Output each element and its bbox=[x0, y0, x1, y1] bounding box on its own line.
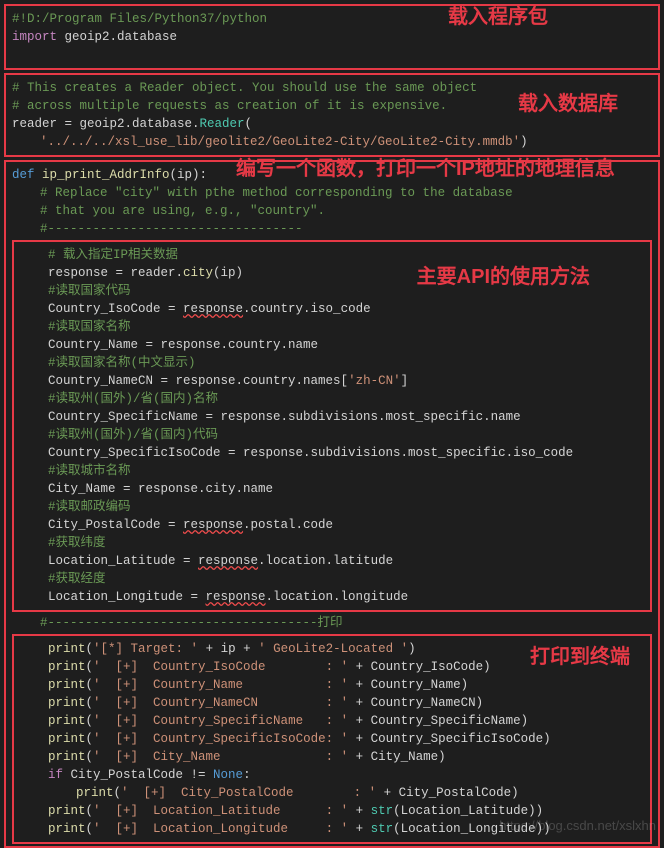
block-print: 打印到终端 print('[*] Target: ' + ip + ' GeoL… bbox=[12, 634, 652, 844]
code-line: Country_NameCN = response.country.names[… bbox=[20, 372, 644, 390]
comment-line: #读取城市名称 bbox=[48, 464, 131, 478]
comment-line: #---------------------------------- bbox=[40, 222, 303, 236]
comment-line: #------------------------------------打印 bbox=[40, 616, 343, 630]
comment-line: #读取州(国外)/省(国内)代码 bbox=[48, 428, 218, 442]
code-line: Country_Name = response.country.name bbox=[20, 336, 644, 354]
shebang-comment: #!D:/Program Files/Python37/python bbox=[12, 12, 267, 26]
comment-line: #读取国家名称 bbox=[48, 320, 131, 334]
comment-line: # across multiple requests as creation o… bbox=[12, 99, 447, 113]
block-function: 编写一个函数，打印一个IP地址的地理信息 def ip_print_AddrIn… bbox=[4, 160, 660, 848]
code-line: reader = geoip2.database.Reader( bbox=[12, 115, 652, 133]
code-line: '../../../xsl_use_lib/geolite2/GeoLite2-… bbox=[12, 133, 652, 151]
comment-line: # 载入指定IP相关数据 bbox=[48, 248, 178, 262]
import-keyword: import bbox=[12, 30, 57, 44]
comment-line: #读取邮政编码 bbox=[48, 500, 131, 514]
comment-line: # Replace "city" with pthe method corres… bbox=[40, 186, 513, 200]
comment-line: #获取经度 bbox=[48, 572, 106, 586]
code-line: print('[*] Target: ' + ip + ' GeoLite2-L… bbox=[20, 640, 644, 658]
comment-line: #获取纬度 bbox=[48, 536, 106, 550]
watermark: https://blog.csdn.net/xslxhn bbox=[499, 817, 656, 835]
block-api: 主要API的使用方法 # 载入指定IP相关数据 response = reade… bbox=[12, 240, 652, 612]
code-line: print(' [+] Country_IsoCode : ' + Countr… bbox=[20, 658, 644, 676]
code-line: City_PostalCode = response.postal.code bbox=[20, 516, 644, 534]
code-line: print(' [+] Country_Name : ' + Country_N… bbox=[20, 676, 644, 694]
module-name: geoip2.database bbox=[57, 30, 177, 44]
code-line: Country_IsoCode = response.country.iso_c… bbox=[20, 300, 644, 318]
comment-line: # that you are using, e.g., "country". bbox=[40, 204, 325, 218]
block-import: 载入程序包 #!D:/Program Files/Python37/python… bbox=[4, 4, 660, 70]
comment-line: #读取州(国外)/省(国内)名称 bbox=[48, 392, 218, 406]
comment-line: # This creates a Reader object. You shou… bbox=[12, 81, 477, 95]
code-line: print(' [+] Country_SpecificName : ' + C… bbox=[20, 712, 644, 730]
code-line: import geoip2.database bbox=[12, 28, 652, 46]
block-reader: 载入数据库 # This creates a Reader object. Yo… bbox=[4, 73, 660, 157]
code-line: #!D:/Program Files/Python37/python bbox=[12, 10, 652, 28]
code-line: print(' [+] City_PostalCode : ' + City_P… bbox=[20, 784, 644, 802]
code-line: Location_Longitude = response.location.l… bbox=[20, 588, 644, 606]
code-line: response = reader.city(ip) bbox=[20, 264, 644, 282]
code-line: Country_SpecificIsoCode = response.subdi… bbox=[20, 444, 644, 462]
code-line: Country_SpecificName = response.subdivis… bbox=[20, 408, 644, 426]
code-line: if City_PostalCode != None: bbox=[20, 766, 644, 784]
comment-line: #读取国家名称(中文显示) bbox=[48, 356, 196, 370]
code-line: print(' [+] City_Name : ' + City_Name) bbox=[20, 748, 644, 766]
code-line: print(' [+] Country_NameCN : ' + Country… bbox=[20, 694, 644, 712]
code-line: print(' [+] Country_SpecificIsoCode: ' +… bbox=[20, 730, 644, 748]
comment-line: #读取国家代码 bbox=[48, 284, 131, 298]
code-line: City_Name = response.city.name bbox=[20, 480, 644, 498]
code-line: Location_Latitude = response.location.la… bbox=[20, 552, 644, 570]
def-line: def ip_print_AddrInfo(ip): bbox=[12, 166, 652, 184]
